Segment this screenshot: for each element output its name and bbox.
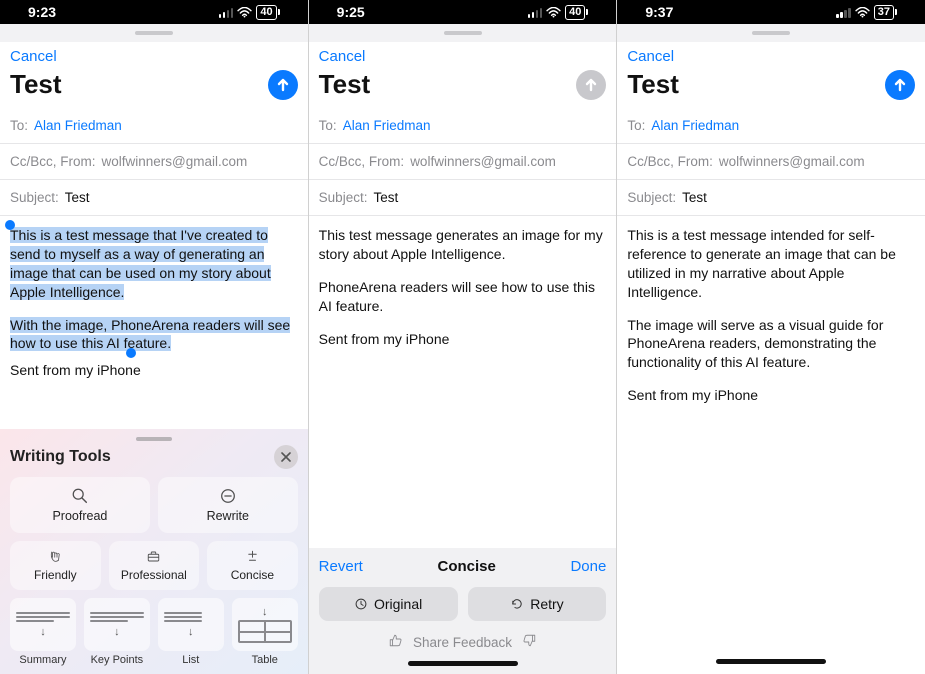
result-action-bar: Revert Concise Done Original Retry Share… [309, 548, 617, 674]
compose-title: Test [627, 69, 679, 100]
writing-tools-panel: Writing Tools Proofread Rewrite Fri [0, 429, 308, 674]
subject-field[interactable]: Subject: Test [617, 180, 925, 216]
retry-icon [510, 597, 524, 611]
cellular-icon [836, 7, 851, 18]
writing-tools-title: Writing Tools [10, 448, 111, 466]
battery-icon: 37 [874, 5, 897, 20]
screen-2: 9:25 40 Cancel Test To: Alan Friedman Cc… [308, 0, 617, 674]
signature: Sent from my iPhone [627, 386, 915, 405]
selection-handle-start[interactable] [5, 220, 15, 230]
briefcase-icon [146, 549, 161, 564]
retry-button[interactable]: Retry [468, 587, 607, 621]
status-right: 40 [528, 5, 589, 20]
subject-field[interactable]: Subject: Test [0, 180, 308, 216]
screen-1: 9:23 40 Cancel Test To: [0, 0, 308, 674]
send-button[interactable] [268, 70, 298, 100]
status-right: 40 [219, 5, 280, 20]
message-body[interactable]: This is a test message that I've created… [0, 216, 308, 429]
clock-icon [354, 597, 368, 611]
summary-icon: ↓ [10, 598, 76, 651]
original-button[interactable]: Original [319, 587, 458, 621]
rewrite-button[interactable]: Rewrite [158, 477, 298, 533]
share-feedback-label[interactable]: Share Feedback [413, 635, 512, 650]
thumbs-down-icon[interactable] [522, 633, 537, 651]
professional-button[interactable]: Professional [109, 541, 200, 590]
subject-field[interactable]: Subject: Test [309, 180, 617, 216]
friendly-button[interactable]: Friendly [10, 541, 101, 590]
message-body[interactable]: This is a test message intended for self… [617, 216, 925, 653]
done-button[interactable]: Done [570, 558, 606, 575]
concise-icon [245, 549, 260, 564]
table-icon: ↓ [232, 598, 298, 651]
cellular-icon [219, 7, 234, 18]
compose-title: Test [10, 69, 62, 100]
revert-button[interactable]: Revert [319, 558, 363, 575]
status-bar: 9:23 40 [0, 0, 308, 24]
to-label: To: [10, 118, 28, 133]
cancel-button[interactable]: Cancel [319, 48, 366, 65]
magnifier-icon [71, 487, 89, 505]
close-button[interactable] [274, 445, 298, 469]
sheet-handle[interactable] [309, 24, 617, 42]
selection-handle-end[interactable] [126, 348, 136, 358]
to-field[interactable]: To: Alan Friedman [617, 108, 925, 144]
sheet-handle[interactable] [0, 24, 308, 42]
message-body[interactable]: This test message generates an image for… [309, 216, 617, 548]
wifi-icon [855, 7, 870, 18]
signature: Sent from my iPhone [10, 361, 298, 380]
status-right: 37 [836, 5, 897, 20]
status-time: 9:23 [28, 4, 56, 20]
cancel-button[interactable]: Cancel [10, 48, 57, 65]
action-bar-title: Concise [437, 558, 495, 575]
cancel-button[interactable]: Cancel [627, 48, 674, 65]
send-button[interactable] [576, 70, 606, 100]
list-icon: ↓ [158, 598, 224, 651]
cc-field[interactable]: Cc/Bcc, From: wolfwinners@gmail.com [309, 144, 617, 180]
subject-label: Subject: [10, 190, 59, 205]
cc-value: wolfwinners@gmail.com [102, 154, 248, 169]
text-selection[interactable]: This is a test message that I've created… [10, 226, 298, 353]
cc-field[interactable]: Cc/Bcc, From: wolfwinners@gmail.com [0, 144, 308, 180]
table-button[interactable]: ↓ Table [232, 598, 298, 666]
subject-value: Test [65, 190, 90, 205]
battery-icon: 40 [256, 5, 279, 20]
rewrite-icon [219, 487, 237, 505]
cc-label: Cc/Bcc, From: [10, 154, 96, 169]
screen-3: 9:37 37 Cancel Test To: Alan Friedman Cc… [616, 0, 925, 674]
keypoints-icon: ↓ [84, 598, 150, 651]
thumbs-up-icon[interactable] [388, 633, 403, 651]
status-bar: 9:25 40 [309, 0, 617, 24]
status-time: 9:37 [645, 4, 673, 20]
summary-button[interactable]: ↓ Summary [10, 598, 76, 666]
keypoints-button[interactable]: ↓ Key Points [84, 598, 150, 666]
wifi-icon [546, 7, 561, 18]
wave-icon [48, 549, 63, 564]
panel-handle[interactable] [136, 437, 172, 441]
cc-field[interactable]: Cc/Bcc, From: wolfwinners@gmail.com [617, 144, 925, 180]
battery-icon: 40 [565, 5, 588, 20]
send-button[interactable] [885, 70, 915, 100]
wifi-icon [237, 7, 252, 18]
compose-title: Test [319, 69, 371, 100]
status-bar: 9:37 37 [617, 0, 925, 24]
proofread-button[interactable]: Proofread [10, 477, 150, 533]
signature: Sent from my iPhone [319, 330, 607, 349]
cellular-icon [528, 7, 543, 18]
sheet-handle[interactable] [617, 24, 925, 42]
home-indicator[interactable] [408, 661, 518, 666]
concise-button[interactable]: Concise [207, 541, 298, 590]
to-field[interactable]: To: Alan Friedman [0, 108, 308, 144]
status-time: 9:25 [337, 4, 365, 20]
home-indicator[interactable] [716, 659, 826, 664]
close-icon [281, 452, 291, 462]
to-value: Alan Friedman [34, 118, 122, 133]
list-button[interactable]: ↓ List [158, 598, 224, 666]
to-field[interactable]: To: Alan Friedman [309, 108, 617, 144]
